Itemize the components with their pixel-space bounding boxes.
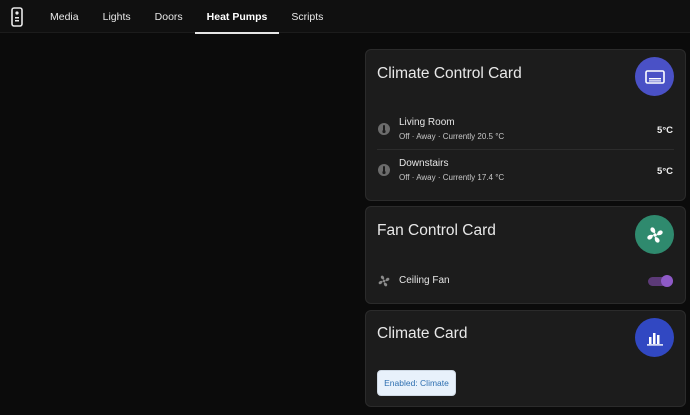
tab-media[interactable]: Media bbox=[38, 0, 91, 33]
climate-card: Climate Card Enabled: Climate bbox=[365, 310, 686, 407]
enabled-climate-chip[interactable]: Enabled: Climate bbox=[377, 370, 456, 396]
entity-name: Living Room bbox=[399, 117, 455, 128]
tab-lights[interactable]: Lights bbox=[91, 0, 143, 33]
fan-icon bbox=[377, 274, 391, 288]
fan-toggle[interactable] bbox=[648, 275, 673, 287]
entity-status: Off · Away · Currently 20.5 °C bbox=[399, 132, 505, 141]
card-title: Climate Card bbox=[377, 325, 468, 342]
target-temperature: 5°C bbox=[657, 166, 673, 177]
fan-icon bbox=[635, 215, 674, 254]
remote-control-icon[interactable] bbox=[10, 7, 24, 27]
entity-status: Off · Away · Currently 17.4 °C bbox=[399, 173, 505, 182]
thermostat-icon bbox=[377, 122, 391, 136]
fan-control-card: Fan Control Card Ceiling Fan bbox=[365, 206, 686, 304]
climate-entity-row[interactable]: Living Room Off · Away · Currently 20.5 … bbox=[366, 114, 685, 150]
toggle-knob bbox=[661, 275, 673, 287]
entity-name: Ceiling Fan bbox=[399, 275, 450, 286]
target-temperature: 5°C bbox=[657, 125, 673, 136]
thermostat-icon bbox=[377, 163, 391, 177]
view-tabs: Media Lights Doors Heat Pumps Scripts bbox=[38, 0, 335, 34]
tab-scripts[interactable]: Scripts bbox=[279, 0, 335, 33]
top-app-bar: Media Lights Doors Heat Pumps Scripts bbox=[0, 0, 690, 34]
fan-entity-row[interactable]: Ceiling Fan bbox=[366, 271, 685, 291]
air-conditioner-icon bbox=[635, 57, 674, 96]
tab-doors[interactable]: Doors bbox=[143, 0, 195, 33]
card-title: Fan Control Card bbox=[377, 222, 496, 239]
tab-heat-pumps[interactable]: Heat Pumps bbox=[194, 0, 280, 34]
bar-chart-icon bbox=[635, 318, 674, 357]
divider bbox=[377, 149, 674, 150]
entity-name: Downstairs bbox=[399, 158, 449, 169]
climate-entity-row[interactable]: Downstairs Off · Away · Currently 17.4 °… bbox=[366, 155, 685, 191]
climate-control-card: Climate Control Card Living Room Off · A… bbox=[365, 49, 686, 201]
card-title: Climate Control Card bbox=[377, 65, 522, 82]
